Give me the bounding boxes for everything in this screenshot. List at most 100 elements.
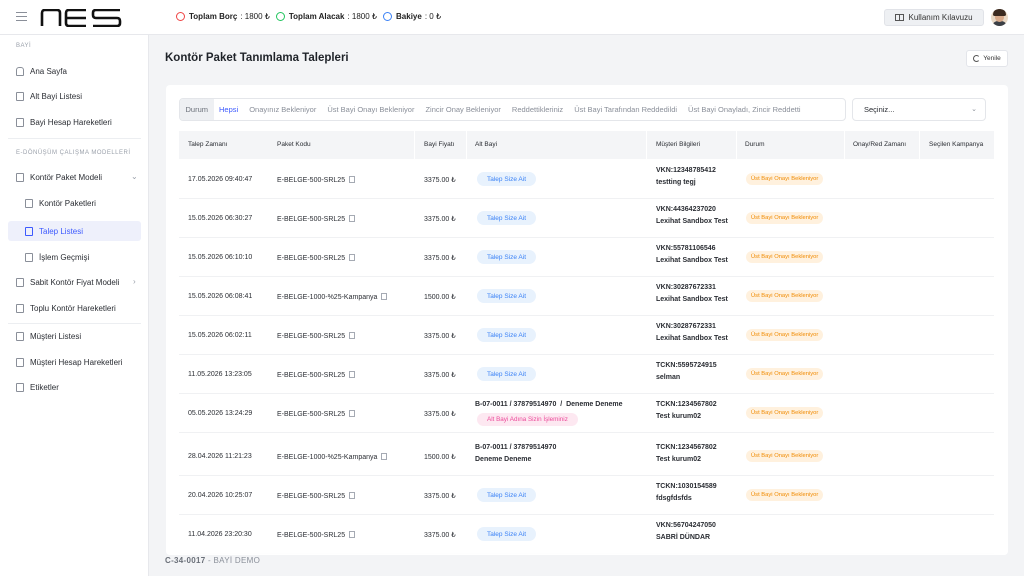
sidebar-item-fixed-credit-price-model[interactable]: Sabit Kontör Fiyat Modeli › — [8, 272, 141, 292]
customer-name: Lexihat Sandbox Test — [656, 296, 728, 303]
package-code: E-BELGE-500-SRL25 — [277, 176, 356, 184]
dealer-price: 3375.00 ₺ — [424, 216, 456, 223]
sidebar-item-label: Etiketler — [30, 382, 59, 392]
sidebar-item-label: Müşteri Hesap Hareketleri — [30, 357, 123, 367]
column-selected-campaign[interactable]: Seçilen Kampanya — [929, 141, 983, 148]
sidebar-item-credit-packages[interactable]: Kontör Paketleri — [8, 193, 141, 213]
document-icon[interactable] — [349, 410, 356, 417]
sidebar-item-request-list[interactable]: Talep Listesi — [8, 221, 141, 241]
request-time: 28.04.2026 11:21:23 — [188, 453, 252, 460]
sidebar-item-credit-package-model[interactable]: Kontör Paket Modeli ⌄ — [8, 167, 141, 187]
tab-rejected-by-upper-dealer[interactable]: Üst Bayi Tarafından Reddedildi — [569, 99, 683, 120]
document-icon[interactable] — [349, 176, 356, 183]
table-row[interactable]: 11.05.2026 13:23:05 E-BELGE-500-SRL25 3375… — [179, 355, 994, 394]
table-row[interactable]: 17.05.2026 09:40:47 E-BELGE-500-SRL25 3375… — [179, 160, 994, 199]
document-icon[interactable] — [349, 371, 356, 378]
document-icon[interactable] — [381, 293, 388, 300]
balance: Bakiye: 0 ₺ — [383, 12, 441, 21]
sub-dealer-info: B-07-0011 / 37879514970 / Deneme Deneme — [475, 401, 623, 408]
requests-card: Durum Hepsi Onayınız Bekleniyor Üst Bayi… — [166, 85, 1008, 555]
on-behalf-badge: Alt Bayi Adına Sizin İşleminiz — [477, 413, 578, 426]
column-package-code[interactable]: Paket Kodu — [277, 141, 311, 148]
package-code-text: E-BELGE-500-SRL25 — [277, 177, 346, 184]
page-title: Kontör Paket Tanımlama Talepleri — [165, 52, 349, 64]
document-icon[interactable] — [349, 254, 356, 261]
package-code: E-BELGE-1000-%25-Kampanya — [277, 453, 388, 461]
request-time: 11.04.2026 23:20:30 — [188, 531, 252, 538]
sidebar-divider — [8, 138, 141, 139]
customer-tax-id: TCKN:1234567802 — [656, 444, 717, 451]
table-row[interactable]: 15.05.2026 06:02:11 E-BELGE-500-SRL25 3375… — [179, 316, 994, 355]
sidebar-item-label: Toplu Kontör Hareketleri — [30, 303, 116, 313]
refresh-label: Yenile — [983, 55, 1001, 62]
tab-all[interactable]: Hepsi — [214, 99, 244, 120]
filter-select[interactable]: Seçiniz... ⌄ — [852, 98, 986, 121]
request-time: 15.05.2026 06:10:10 — [188, 254, 253, 261]
document-icon[interactable] — [381, 453, 388, 460]
request-owner-badge: Talep Size Ait — [477, 367, 537, 381]
refresh-button[interactable]: Yenile — [966, 50, 1008, 67]
sidebar-item-home[interactable]: Ana Sayfa — [8, 61, 141, 81]
tab-awaiting-upper-dealer[interactable]: Üst Bayi Onayı Bekleniyor — [322, 99, 420, 120]
sidebar-item-transaction-history[interactable]: İşlem Geçmişi — [8, 247, 141, 267]
table-row[interactable]: 15.05.2026 06:30:27 E-BELGE-500-SRL25 3375… — [179, 199, 994, 238]
sidebar-item-label: Müşteri Listesi — [30, 331, 82, 341]
tab-awaiting-your-approval[interactable]: Onayınız Bekleniyor — [244, 99, 322, 120]
table-row[interactable]: 15.05.2026 06:10:10 E-BELGE-500-SRL25 3375… — [179, 238, 994, 277]
nes-logo[interactable] — [40, 8, 122, 32]
status-badge: Üst Bayi Onayı Bekleniyor — [746, 489, 824, 501]
check-circle-icon — [275, 12, 285, 21]
dealer-code: C-34-0017 — [165, 556, 206, 565]
sidebar-item-sub-dealer-list[interactable]: Alt Bayi Listesi — [8, 86, 141, 106]
user-guide-button[interactable]: Kullanım Kılavuzu — [884, 9, 984, 26]
status-badge: Üst Bayi Onayı Bekleniyor — [746, 290, 824, 302]
sidebar-item-tags[interactable]: Etiketler — [8, 377, 141, 397]
column-status[interactable]: Durum — [745, 141, 765, 148]
column-request-time[interactable]: Talep Zamanı — [188, 141, 227, 148]
column-sub-dealer[interactable]: Alt Bayi — [475, 141, 497, 148]
sidebar-item-bulk-credit-movements[interactable]: Toplu Kontör Hareketleri — [8, 298, 141, 318]
sidebar-item-customer-account-movements[interactable]: Müşteri Hesap Hareketleri — [8, 352, 141, 372]
request-time: 17.05.2026 09:40:47 — [188, 176, 253, 183]
balance-label: Bakiye — [396, 12, 422, 21]
tab-awaiting-chain[interactable]: Zincir Onay Bekleniyor — [420, 99, 506, 120]
tab-rejected-by-you[interactable]: Reddettikleriniz — [506, 99, 568, 120]
menu-toggle-icon[interactable] — [16, 12, 27, 21]
request-owner-badge: Talep Size Ait — [477, 211, 537, 225]
document-icon[interactable] — [349, 531, 356, 538]
table-row[interactable]: 20.04.2026 10:25:07 E-BELGE-500-SRL25 3375… — [179, 476, 994, 515]
dealer-price: 3375.00 ₺ — [424, 255, 456, 262]
tab-chain-rejected[interactable]: Üst Bayi Onayladı, Zincir Reddetti — [683, 99, 807, 120]
top-bar: Toplam Borç: 1800 ₺ Toplam Alacak: 1800 … — [0, 0, 1024, 35]
balance-value: 0 ₺ — [429, 12, 442, 21]
package-code-text: E-BELGE-500-SRL25 — [277, 216, 346, 223]
sidebar-item-dealer-account-movements[interactable]: Bayi Hesap Hareketleri — [8, 112, 141, 132]
request-owner-badge: Talep Size Ait — [477, 172, 537, 186]
dealer-price: 1500.00 ₺ — [424, 294, 456, 301]
minus-circle-icon — [176, 12, 185, 21]
column-approve-reject-time[interactable]: Onay/Red Zamanı — [853, 141, 906, 148]
request-owner-badge: Talep Size Ait — [477, 289, 537, 303]
document-icon — [16, 172, 24, 182]
column-dealer-price[interactable]: Bayi Fiyatı — [424, 141, 454, 148]
customer-name: fdsgfdsfds — [656, 495, 692, 502]
table-row[interactable]: 15.05.2026 06:08:41 E-BELGE-1000-%25-Kamp… — [179, 277, 994, 316]
package-code-text: E-BELGE-500-SRL25 — [277, 532, 346, 539]
document-icon[interactable] — [349, 215, 356, 222]
total-credit-value: 1800 ₺ — [351, 12, 378, 21]
package-code: E-BELGE-500-SRL25 — [277, 332, 356, 340]
column-customer-info[interactable]: Müşteri Bilgileri — [656, 141, 700, 148]
info-circle-icon — [383, 12, 393, 21]
user-avatar[interactable] — [991, 9, 1008, 26]
document-icon[interactable] — [349, 332, 356, 339]
table-row[interactable]: 05.05.2026 13:24:29 E-BELGE-500-SRL25 3375… — [179, 394, 994, 433]
table-row[interactable]: 28.04.2026 11:21:23 E-BELGE-1000-%25-Kamp… — [179, 437, 994, 476]
sidebar-item-customer-list[interactable]: Müşteri Listesi — [8, 326, 141, 346]
document-icon — [16, 303, 24, 313]
filter-select-value: Seçiniz... — [864, 105, 895, 114]
customer-tax-id: VKN:56704247050 — [656, 522, 716, 529]
document-icon[interactable] — [349, 492, 356, 499]
dealer-name: BAYİ DEMO — [213, 556, 261, 565]
document-icon — [16, 91, 24, 101]
request-owner-badge: Talep Size Ait — [477, 488, 537, 502]
